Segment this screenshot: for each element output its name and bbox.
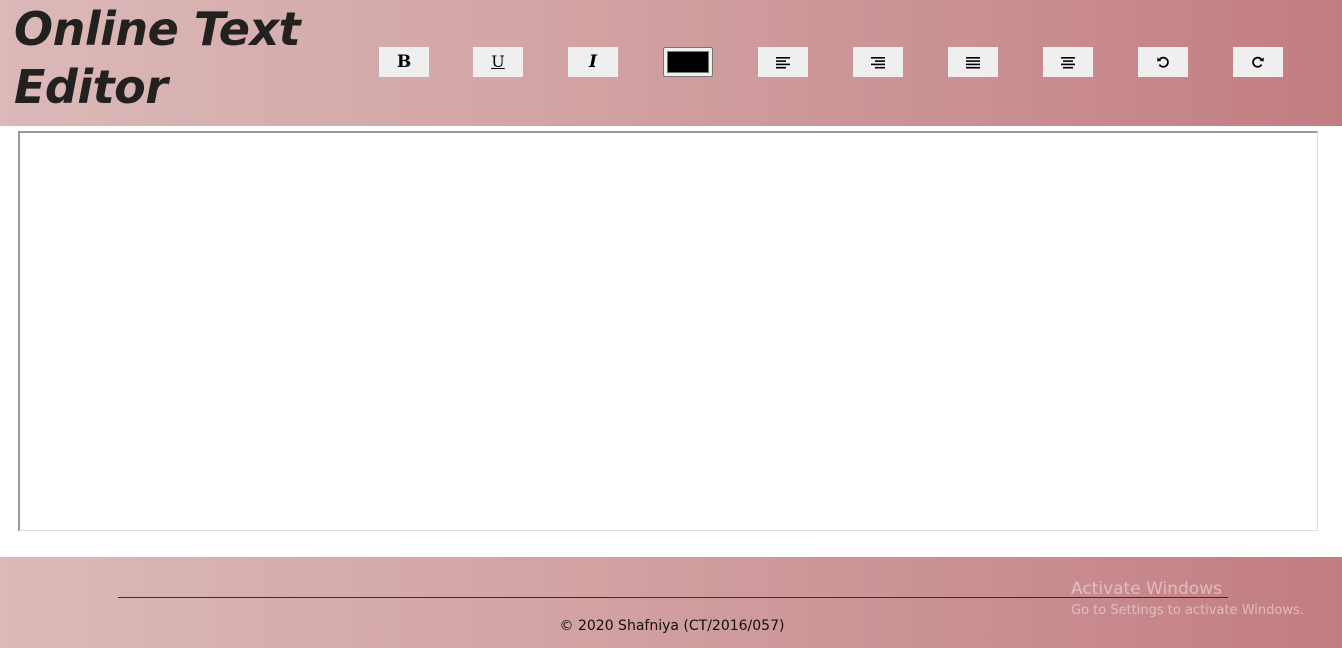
activate-windows-watermark: Activate Windows Go to Settings to activ… bbox=[1071, 578, 1304, 622]
redo-button[interactable] bbox=[1233, 47, 1283, 77]
redo-icon bbox=[1252, 56, 1264, 68]
watermark-subtitle: Go to Settings to activate Windows. bbox=[1071, 603, 1304, 618]
align-right-button[interactable] bbox=[853, 47, 903, 77]
editor-textarea[interactable] bbox=[18, 131, 1318, 531]
text-color-picker[interactable] bbox=[663, 47, 713, 77]
bold-icon: B bbox=[396, 51, 412, 72]
color-swatch bbox=[667, 51, 709, 73]
undo-button[interactable] bbox=[1138, 47, 1188, 77]
underline-button[interactable]: U bbox=[473, 47, 523, 77]
underline-icon: U bbox=[491, 52, 505, 71]
align-center-icon bbox=[1061, 56, 1075, 68]
formatting-toolbar: B U I bbox=[379, 47, 1283, 77]
italic-icon: I bbox=[589, 51, 597, 72]
justify-button[interactable] bbox=[948, 47, 998, 77]
app-title: Online Text Editor bbox=[14, 2, 301, 114]
undo-icon bbox=[1157, 56, 1169, 68]
bold-button[interactable]: B bbox=[379, 47, 429, 77]
align-right-icon bbox=[871, 56, 885, 68]
header-bar: Online Text Editor B U I bbox=[0, 0, 1342, 126]
align-center-button[interactable] bbox=[1043, 47, 1093, 77]
italic-button[interactable]: I bbox=[568, 47, 618, 77]
align-left-icon bbox=[776, 56, 790, 68]
align-left-button[interactable] bbox=[758, 47, 808, 77]
align-justify-icon bbox=[966, 56, 980, 68]
footer-divider bbox=[118, 597, 1228, 598]
watermark-title: Activate Windows bbox=[1071, 579, 1222, 599]
